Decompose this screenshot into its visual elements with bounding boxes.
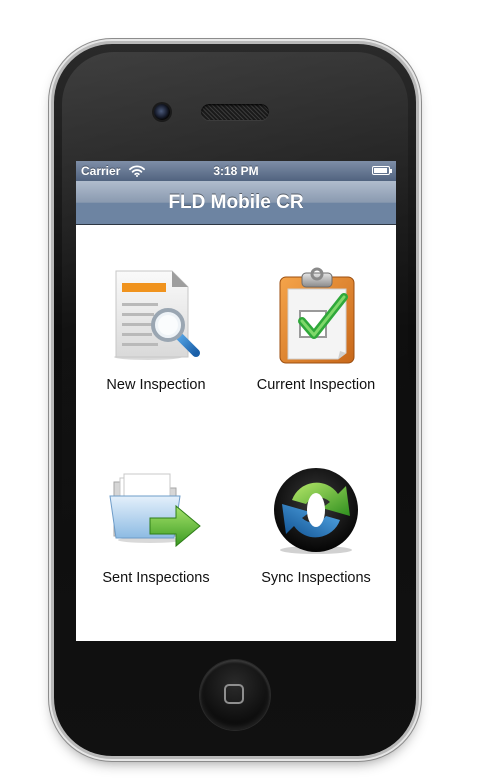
- sync-inspections-icon: [274, 468, 358, 554]
- home-square-icon: [224, 684, 244, 704]
- navigation-bar: FLD Mobile CR: [76, 181, 396, 225]
- sync-inspections-button[interactable]: Sync Inspections: [236, 460, 396, 610]
- status-bar: Carrier 3:18 PM: [76, 161, 396, 181]
- current-inspection-button[interactable]: Current Inspection: [236, 267, 396, 417]
- earpiece-speaker: [201, 104, 269, 120]
- current-inspection-label: Current Inspection: [256, 377, 376, 393]
- sync-inspections-label: Sync Inspections: [261, 570, 371, 586]
- home-button[interactable]: [200, 660, 270, 730]
- device-frame: Carrier 3:18 PM FLD Mobile CR New Inspec…: [0, 0, 478, 784]
- sent-inspections-icon: [109, 473, 201, 548]
- battery-fill: [374, 168, 387, 173]
- page-title: FLD Mobile CR: [168, 192, 304, 213]
- new-inspection-label: New Inspection: [106, 377, 206, 393]
- new-inspection-button[interactable]: New Inspection: [76, 267, 236, 417]
- sent-inspections-label: Sent Inspections: [102, 570, 210, 586]
- current-inspection-icon: [279, 267, 355, 364]
- front-camera: [154, 104, 170, 120]
- battery-icon: [372, 166, 392, 175]
- app-screen: Carrier 3:18 PM FLD Mobile CR New Inspec…: [76, 161, 396, 641]
- sent-inspections-button[interactable]: Sent Inspections: [76, 460, 236, 610]
- new-inspection-icon: [114, 270, 200, 360]
- clock: 3:18 PM: [213, 164, 259, 178]
